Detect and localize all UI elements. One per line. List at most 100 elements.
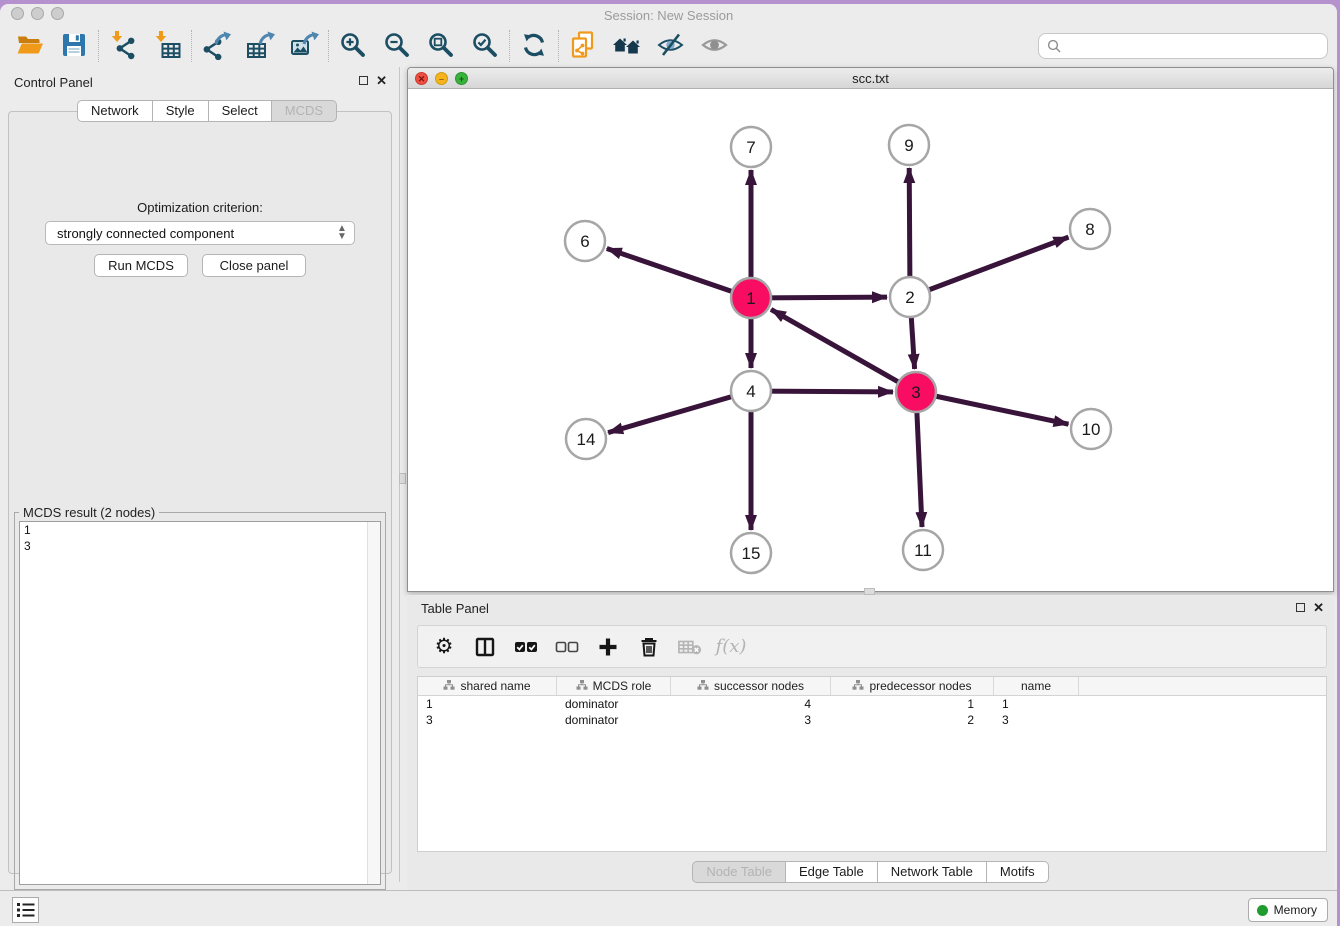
zoom-selected-icon	[470, 30, 500, 63]
edge-3-1[interactable]	[771, 309, 916, 392]
table-row[interactable]: 1dominator411	[418, 696, 1326, 712]
edge-4-14[interactable]	[608, 391, 751, 433]
graph-node-8[interactable]: 8	[1070, 209, 1110, 249]
mcds-result-list[interactable]: 13	[19, 521, 381, 885]
table-cell[interactable]: 1	[831, 696, 994, 712]
table-cell[interactable]: 1	[994, 696, 1079, 712]
graph-node-3[interactable]: 3	[896, 372, 936, 412]
export-table-button[interactable]	[238, 29, 282, 63]
task-history-button[interactable]	[12, 897, 39, 923]
hide-selected-button[interactable]	[649, 29, 693, 63]
deselect-all-button[interactable]	[555, 635, 579, 659]
tab-network[interactable]: Network	[77, 100, 153, 122]
horizontal-splitter-handle[interactable]	[864, 588, 875, 595]
tab-style[interactable]: Style	[153, 100, 209, 122]
node-label: 15	[742, 544, 761, 563]
graph-node-15[interactable]: 15	[731, 533, 771, 573]
table-cell[interactable]: 3	[994, 712, 1079, 728]
zoom-fit-button[interactable]	[419, 29, 463, 63]
memory-button-label: Memory	[1274, 903, 1317, 917]
first-neighbors-icon	[612, 30, 642, 63]
add-column-button[interactable]	[596, 635, 620, 659]
graph-node-11[interactable]: 11	[903, 530, 943, 570]
edge-1-6[interactable]	[607, 249, 751, 299]
export-image-button[interactable]	[282, 29, 326, 63]
zoom-fit-icon	[426, 30, 456, 63]
table-options-button[interactable]: ⚙	[432, 635, 456, 659]
memory-status-icon	[1257, 905, 1268, 916]
node-label: 2	[905, 288, 914, 307]
import-network-from-file-button[interactable]	[101, 29, 145, 63]
table-toolbar: ⚙f(x)	[417, 625, 1327, 668]
graph-node-9[interactable]: 9	[889, 125, 929, 165]
table-tab-edge-table[interactable]: Edge Table	[786, 861, 878, 883]
close-panel-button[interactable]: Close panel	[202, 254, 306, 277]
mcds-result-scrollbar[interactable]	[367, 522, 380, 884]
app-titlebar: Session: New Session	[0, 4, 1337, 26]
graph-node-7[interactable]: 7	[731, 127, 771, 167]
node-label: 1	[746, 289, 755, 308]
network-canvas[interactable]: 7 9 6 8 1 2 4 3 14 10 15 11	[409, 89, 1334, 591]
table-panel-close-button[interactable]: ✕	[1313, 602, 1324, 613]
graph-node-6[interactable]: 6	[565, 221, 605, 261]
column-header-successor-nodes[interactable]: successor nodes	[671, 677, 831, 695]
table-cell[interactable]: 3	[418, 712, 557, 728]
column-type-icon	[697, 679, 709, 694]
save-session-button[interactable]	[52, 29, 96, 63]
new-network-from-selection-button[interactable]	[561, 29, 605, 63]
tab-mcds[interactable]: MCDS	[272, 100, 337, 122]
delete-columns-button[interactable]	[637, 635, 661, 659]
tab-select[interactable]: Select	[209, 100, 272, 122]
column-header-predecessor-nodes[interactable]: predecessor nodes	[831, 677, 994, 695]
network-window-titlebar[interactable]: ✕ – + scc.txt	[408, 68, 1333, 89]
criterion-dropdown[interactable]: strongly connected component ▲▼	[45, 221, 355, 245]
table-row[interactable]: 3dominator323	[418, 712, 1326, 728]
first-neighbors-button[interactable]	[605, 29, 649, 63]
zoom-out-button[interactable]	[375, 29, 419, 63]
edge-2-8[interactable]	[910, 237, 1069, 297]
column-header-MCDS-role[interactable]: MCDS role	[557, 677, 671, 695]
mcds-result-item[interactable]: 3	[20, 538, 380, 554]
mcds-result-item[interactable]: 1	[20, 522, 380, 538]
search-box[interactable]	[1038, 33, 1328, 59]
graph-node-14[interactable]: 14	[566, 419, 606, 459]
zoom-selected-button[interactable]	[463, 29, 507, 63]
table-cell[interactable]: dominator	[557, 712, 671, 728]
show-hide-columns-button[interactable]	[473, 635, 497, 659]
column-header-name[interactable]: name	[994, 677, 1079, 695]
control-panel-float-button[interactable]	[359, 76, 368, 85]
show-all-button[interactable]	[693, 29, 737, 63]
edge-3-10[interactable]	[916, 392, 1069, 424]
toolbar-separator	[558, 30, 559, 62]
optimization-criterion-label: Optimization criterion:	[0, 200, 400, 215]
table-panel-tabs: Node TableEdge TableNetwork TableMotifs	[692, 861, 1048, 883]
select-all-button[interactable]	[514, 635, 538, 659]
table-cell[interactable]: 1	[418, 696, 557, 712]
open-file-button[interactable]	[8, 29, 52, 63]
column-header-shared-name[interactable]: shared name	[418, 677, 557, 695]
apply-preferred-layout-button[interactable]	[512, 29, 556, 63]
table-cell[interactable]: 4	[671, 696, 831, 712]
graph-node-4[interactable]: 4	[731, 371, 771, 411]
graph-node-1[interactable]: 1	[731, 278, 771, 318]
table-tab-network-table[interactable]: Network Table	[878, 861, 987, 883]
table-panel-title: Table Panel	[421, 601, 489, 616]
table-tab-node-table[interactable]: Node Table	[692, 861, 786, 883]
search-input[interactable]	[1061, 35, 1327, 57]
zoom-in-button[interactable]	[331, 29, 375, 63]
table-cell[interactable]: 3	[671, 712, 831, 728]
graph-node-10[interactable]: 10	[1071, 409, 1111, 449]
table-cell[interactable]: dominator	[557, 696, 671, 712]
edge-4-3[interactable]	[751, 391, 893, 392]
export-network-button[interactable]	[194, 29, 238, 63]
table-tab-motifs[interactable]: Motifs	[987, 861, 1049, 883]
graph-node-2[interactable]: 2	[890, 277, 930, 317]
memory-button[interactable]: Memory	[1248, 898, 1328, 922]
import-table-from-file-button[interactable]	[145, 29, 189, 63]
vertical-splitter-handle[interactable]	[399, 473, 406, 484]
run-mcds-button[interactable]: Run MCDS	[94, 254, 188, 277]
table-panel-float-button[interactable]	[1296, 603, 1305, 612]
control-panel-close-button[interactable]: ✕	[376, 75, 387, 86]
table-cell[interactable]: 2	[831, 712, 994, 728]
zoom-in-icon	[338, 30, 368, 63]
